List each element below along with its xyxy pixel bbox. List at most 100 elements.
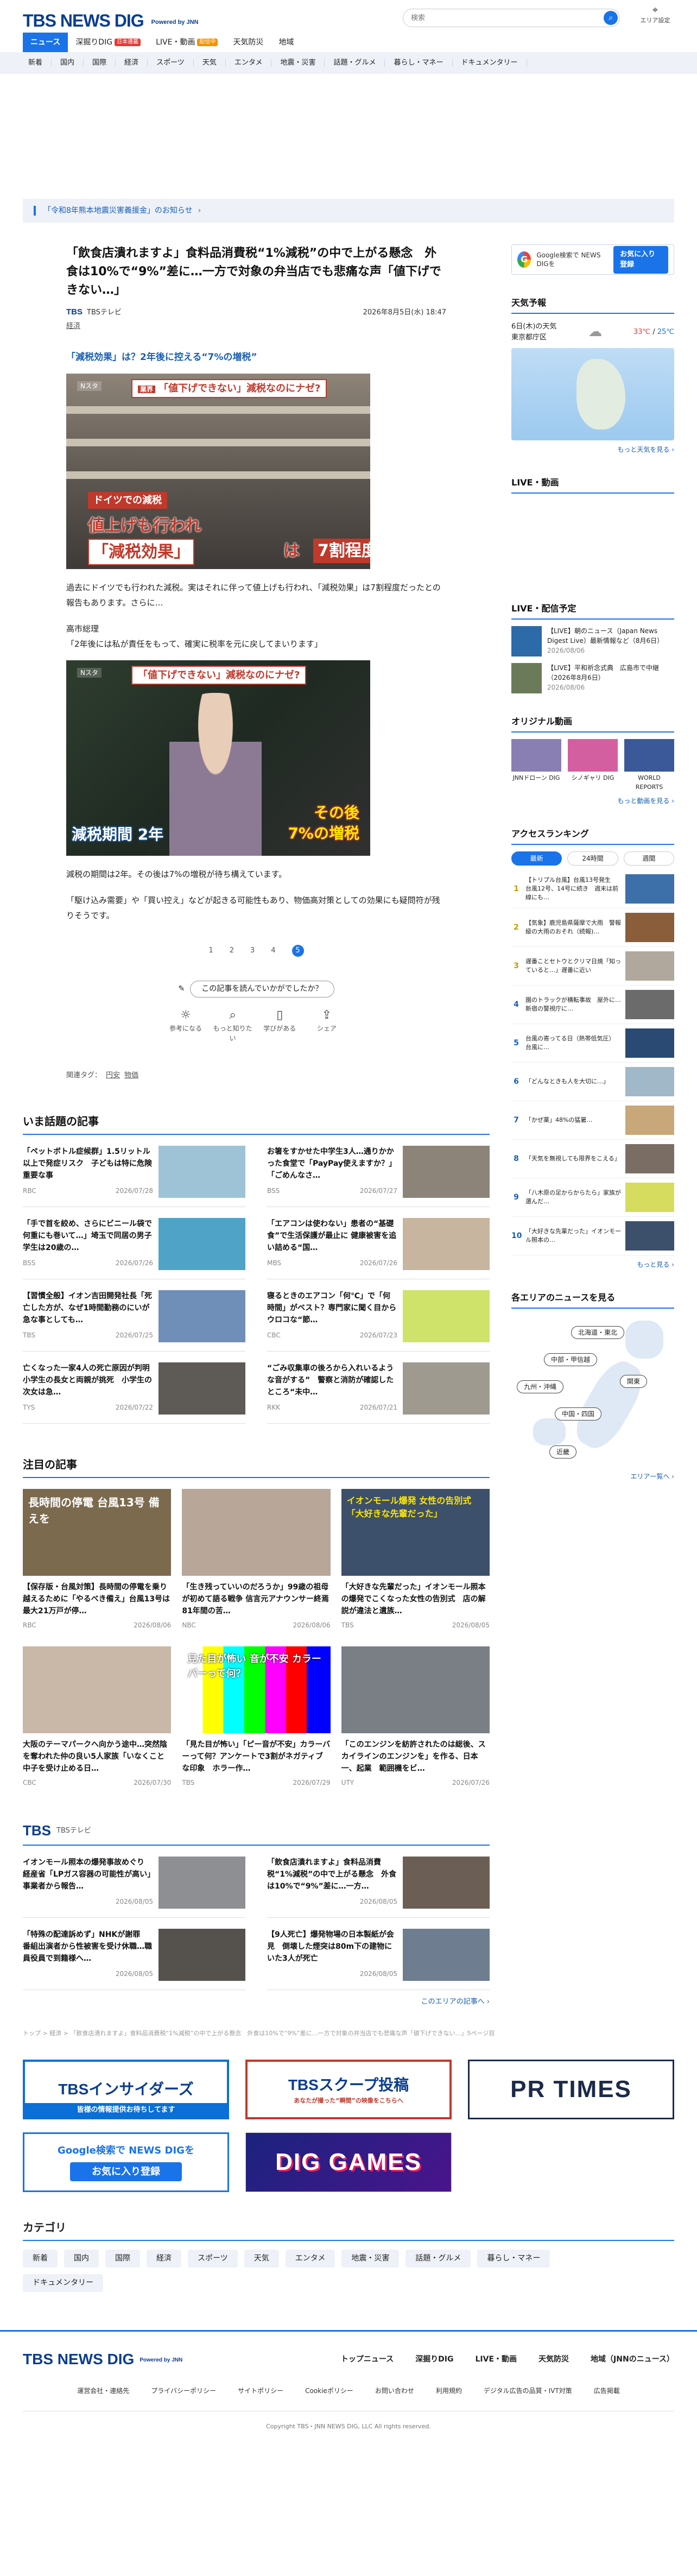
area-button-kyushu[interactable]: 九州・沖縄 — [517, 1380, 564, 1393]
search-input[interactable] — [411, 9, 595, 27]
feedback-more-button[interactable]: ⌕ もっと知りたい — [211, 1007, 255, 1043]
weather-map[interactable] — [511, 348, 674, 440]
article-card[interactable]: 「特殊の配達訴めず」NHKが謝罪 番組出演者から性被害を受け休職…職員役員で到籍… — [23, 1918, 245, 1990]
area-button-tohoku[interactable]: 北海道・東北 — [571, 1326, 625, 1339]
ranking-tab-latest[interactable]: 最新 — [511, 851, 562, 866]
footer-nav-item[interactable]: トップニュース — [341, 2354, 394, 2365]
gnav-region[interactable]: 地域 — [271, 33, 301, 52]
schedule-item[interactable]: 【LIVE】朝のニュース（Japan News Digest Live）最新情報… — [511, 626, 674, 656]
gnav-live[interactable]: LIVE・動画 配信中 — [148, 33, 225, 52]
article-card[interactable]: 「生き残っていいのだろうか」99歳の祖母が初めて語る戦争 信言元アナウンサー終焉… — [182, 1489, 331, 1630]
category-chip[interactable]: 国内 — [64, 2250, 99, 2268]
subnav-item[interactable]: 地震・災害 — [271, 59, 325, 67]
more-link[interactable]: もっと見る › — [511, 1260, 674, 1270]
feedback-helpful-button[interactable]: ☼ 参考になる — [164, 1007, 207, 1043]
footer-link[interactable]: プライバシーポリシー — [151, 2386, 216, 2396]
breadcrumb[interactable]: トップ > 経済 > 「飲食店潰れますよ」食料品消費税“1%減税”の中で上がる懸… — [23, 2029, 674, 2038]
subnav-item[interactable]: 天気 — [194, 59, 226, 67]
category-chip[interactable]: 話題・グルメ — [405, 2250, 471, 2268]
article-card[interactable]: 「飲食店潰れますよ」食料品消費税“1%減税”の中で上がる懸念 外食は10%で“9… — [267, 1846, 490, 1918]
original-video-item[interactable]: WORLD REPORTS — [624, 739, 674, 792]
area-button-chugoku[interactable]: 中国・四国 — [555, 1407, 602, 1420]
article-card[interactable]: “ごみ収集車の後ろから入れいるような音がする” 警察と消防が確認したところ“未中… — [267, 1352, 490, 1424]
ranking-item[interactable]: 5 台風の寄ってる日（熱帯低気圧） 台風に… — [511, 1024, 674, 1063]
area-button-kinki[interactable]: 近畿 — [549, 1445, 577, 1459]
area-setting-button[interactable]: ⌖ エリア設定 — [636, 4, 674, 26]
ranking-item[interactable]: 1 【トリプル台風】台風13号発生 台風12号、14号に続き 週末は前線にも… — [511, 870, 674, 908]
page-link-current[interactable]: 5 — [292, 944, 304, 957]
footer-link[interactable]: Cookieポリシー — [305, 2386, 353, 2396]
category-chip[interactable]: スポーツ — [188, 2250, 238, 2268]
ranking-item[interactable]: 7 「かぜ薬」48%の猛暑… — [511, 1101, 674, 1140]
gnav-dig[interactable]: 深掘りDIG 日本連載 — [68, 33, 148, 52]
footer-link[interactable]: お問い合わせ — [375, 2386, 414, 2396]
article-card[interactable]: 亡くなった一家4人の死亡原因が判明 小学生の長女と両親が挑死 小学生の次女は急…… — [23, 1352, 245, 1424]
article-card[interactable]: 長時間の停電 台風13号 備えを 【保存版・台風対策】長時間の停電を乗り越えるため… — [23, 1489, 172, 1630]
more-link[interactable]: エリア一覧へ › — [511, 1472, 674, 1481]
category-chip[interactable]: ドキュメンタリー — [23, 2274, 103, 2292]
site-logo[interactable]: TBS NEWS DIG Powered by JNN — [23, 8, 198, 34]
prtimes-banner[interactable]: PR TIMES — [468, 2060, 674, 2119]
subnav-item[interactable]: 経済 — [116, 59, 148, 67]
article-card[interactable]: イオンモール爆発 女性の告別式「大好きな先輩だった」 「大好きな先輩だった」イオン… — [341, 1489, 490, 1630]
category-chip[interactable]: 地震・災害 — [341, 2250, 400, 2268]
subnav-item[interactable]: エンタメ — [226, 59, 272, 67]
ranking-item[interactable]: 3 遅番ことセトウとクリマ日焼「知っていると…」遅番に近い — [511, 947, 674, 986]
more-link[interactable]: このエリアの記事へ › — [23, 1997, 490, 2007]
article-card[interactable]: イオンモール照本の爆発事故めぐり 経産省「LPガス容器の可能性が高い」事業者から… — [23, 1846, 245, 1918]
footer-nav-item[interactable]: 深掘りDIG — [415, 2354, 453, 2365]
category-chip[interactable]: エンタメ — [285, 2250, 335, 2268]
article-source[interactable]: TBS TBSテレビ — [66, 306, 122, 319]
category-chip[interactable]: 新着 — [23, 2250, 58, 2268]
category-chip[interactable]: 天気 — [244, 2250, 279, 2268]
area-button-kanto[interactable]: 関東 — [620, 1375, 648, 1388]
schedule-item[interactable]: 【LIVE】平和祈念式典 広島市で中継（2026年8月6日） 2026/08/06 — [511, 663, 674, 693]
article-card[interactable]: 寝るときのエアコン「何℃」で「何時間」がベスト？専門家に聞く目からウロコな“節…… — [267, 1279, 490, 1352]
article-card[interactable]: 大阪のテーマパークへ向かう途中…突然陰を奪われた仲の良い5人家族「いなくこと中子… — [23, 1646, 172, 1788]
weather-summary[interactable]: 6日(木)の天気 東京都庁区 ☁ 33℃ / 25℃ — [511, 321, 674, 343]
article-card[interactable]: 「このエンジンを紡許されたのは総後、スカイラインのエンジンを」を作る、日本一、起… — [341, 1646, 490, 1788]
google-favorite-widget[interactable]: G Google検索で NEWS DIGを お気に入り登録 — [511, 244, 674, 275]
dig-games-banner[interactable]: DIG GAMES — [245, 2132, 452, 2192]
tag-link[interactable]: 円安 — [106, 1071, 120, 1079]
footer-nav-item[interactable]: 天気防災 — [538, 2354, 569, 2365]
ranking-tab-weekly[interactable]: 週間 — [623, 851, 674, 866]
article-card[interactable]: 「ペットボトル症候群」1.5リットル以上で発症リスク 子どもは特に危険 重要な事… — [23, 1135, 245, 1207]
ranking-item[interactable]: 6 「どんなときも人を大切に…」 — [511, 1063, 674, 1101]
page-link[interactable]: 2 — [230, 945, 234, 956]
article-card[interactable]: 見た目が怖い 音が不安 カラーバーって何？ 「見た目が怖い」「ピー音が不安」カラー… — [182, 1646, 331, 1788]
subnav-item[interactable]: 話題・グルメ — [325, 59, 385, 67]
subnav-item[interactable]: スポーツ — [148, 59, 194, 67]
article-card[interactable]: 「エアコンは使わない」患者の“基礎食”で生活保護が最止に 健康被害を追い詰める“… — [267, 1207, 490, 1279]
footer-link[interactable]: 運営会社・連絡先 — [77, 2386, 129, 2396]
footer-link[interactable]: 利用規約 — [436, 2386, 462, 2396]
search-icon[interactable]: ⌕ — [604, 11, 618, 25]
notice-bar[interactable]: 「令和8年熊本地震災害義援金」のお知らせ › — [23, 199, 674, 223]
category-chip[interactable]: 国際 — [105, 2250, 140, 2268]
article-category[interactable]: 経済 — [66, 321, 446, 332]
share-button[interactable]: ⇪ シェア — [305, 1007, 348, 1043]
more-link[interactable]: もっと天気を見る › — [511, 445, 674, 454]
category-chip[interactable]: 暮らし・マネー — [477, 2250, 550, 2268]
article-card[interactable]: 「手で首を絞め、さらにビニール袋で何重にも巻いて…」埼玉で同居の男子学生は20歳… — [23, 1207, 245, 1279]
insiders-banner[interactable]: TBSインサイダーズ 皆様の情報提供お待ちしてます — [23, 2060, 229, 2119]
article-card[interactable]: 【9人死亡】爆発物場の日本製紙が会見 倒壊した煙突は80m下の建物にいた3人が死… — [267, 1918, 490, 1990]
gnav-news[interactable]: ニュース — [23, 33, 68, 52]
footer-logo[interactable]: TBS NEWS DIG Powered by JNN — [23, 2348, 182, 2371]
more-link[interactable]: もっと動画を見る › — [511, 796, 674, 806]
area-button-chubu[interactable]: 中部・甲信越 — [544, 1353, 598, 1366]
original-video-item[interactable]: シノギャリ DIG — [568, 739, 618, 792]
footer-nav-item[interactable]: 地域（JNNのニュース） — [591, 2354, 674, 2365]
category-chip[interactable]: 経済 — [147, 2250, 181, 2268]
subnav-item[interactable]: 国際 — [84, 59, 116, 67]
subnav-item[interactable]: 暮らし・マネー — [385, 59, 453, 67]
ranking-item[interactable]: 10 「大好きな先輩だった」イオンモール照本の… — [511, 1217, 674, 1255]
subnav-item[interactable]: 新着 — [23, 59, 52, 67]
ranking-item[interactable]: 2 【気象】鹿児島県薩摩で大雨 警報級の大雨のおそれ（続報)… — [511, 908, 674, 947]
page-link[interactable]: 4 — [271, 945, 275, 956]
google-favorite-banner[interactable]: Google検索で NEWS DIGを お気に入り登録 — [23, 2132, 229, 2192]
gnav-weather[interactable]: 天気防災 — [225, 33, 271, 52]
page-link[interactable]: 1 — [208, 945, 213, 956]
footer-link[interactable]: 広告掲載 — [594, 2386, 620, 2396]
original-video-item[interactable]: JNNドローン DIG — [511, 739, 561, 792]
